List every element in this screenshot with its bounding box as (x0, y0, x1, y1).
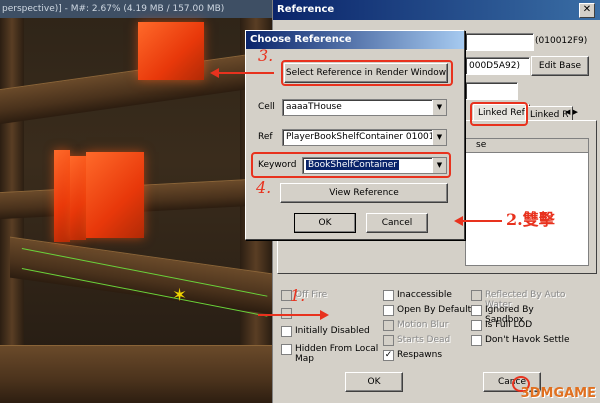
checkbox-box[interactable] (383, 290, 394, 301)
arrow-to-select-button (218, 72, 274, 74)
checkmark-icon[interactable]: ✓ (383, 350, 394, 361)
dialog-title: Choose Reference (250, 34, 352, 45)
chevron-down-icon[interactable]: ▼ (432, 100, 446, 115)
close-icon[interactable]: ✕ (579, 3, 595, 18)
glowing-book-spine[interactable] (70, 156, 86, 240)
highlight-select-button (281, 60, 453, 86)
edit-base-button[interactable]: Edit Base (531, 56, 589, 76)
flag-label: Respawns (397, 350, 443, 360)
flag-checkbox[interactable]: ✓ Respawns (383, 350, 442, 361)
checkbox-box[interactable] (471, 305, 482, 316)
dialog-ok-button[interactable]: OK (294, 213, 356, 233)
checkbox-box[interactable] (471, 290, 482, 301)
checkbox-box[interactable] (281, 344, 292, 355)
cell-label: Cell (258, 102, 275, 112)
step-3-label: 3. (258, 46, 274, 65)
shelf-plank (0, 345, 272, 403)
shelf-plank-selected (10, 236, 272, 315)
flag-checkbox[interactable]: Initially Disabled (281, 326, 370, 337)
highlight-keyword (251, 152, 451, 178)
watermark-logo: 3DMGAME (520, 386, 596, 401)
flag-label: Is Full LOD (485, 320, 533, 330)
checkbox-box[interactable] (383, 320, 394, 331)
shelf-plank (0, 50, 272, 125)
step-1-label: 1. (290, 286, 306, 305)
reference-window-title: Reference (277, 4, 335, 15)
base-dropdown[interactable] (465, 82, 518, 100)
arrow-to-linked-ref (258, 314, 322, 316)
dialog-cancel-button[interactable]: Cancel (366, 213, 428, 233)
cell-value: aaaaTHouse (286, 102, 342, 112)
ref-dropdown[interactable]: PlayerBookShelfContainer 010012F7 ▼ (282, 129, 447, 146)
flag-checkbox[interactable]: Don't Havok Settle (471, 335, 570, 346)
arrow-to-dialog (462, 220, 502, 222)
arrow-head-icon (454, 216, 463, 226)
flag-checkbox[interactable]: Hidden From Local Map (281, 344, 381, 364)
checkbox-box[interactable] (471, 320, 482, 331)
view-reference-button[interactable]: View Reference (280, 183, 448, 203)
ok-button[interactable]: OK (345, 372, 403, 392)
flag-label: Don't Havok Settle (485, 335, 570, 345)
linked-ref-list[interactable]: se (465, 138, 589, 266)
flag-checkbox[interactable]: Motion Blur (383, 320, 448, 331)
glowing-book-top[interactable] (138, 22, 204, 80)
chevron-down-icon[interactable]: ▼ (432, 130, 446, 145)
cell-dropdown[interactable]: aaaaTHouse ▼ (282, 99, 447, 116)
step-4-label: 4. (256, 178, 272, 197)
glowing-book-spine[interactable] (54, 150, 70, 242)
flag-checkbox[interactable]: Is Full LOD (471, 320, 532, 331)
flag-label: Motion Blur (397, 320, 449, 330)
base-object-field[interactable]: 000D5A92) (465, 57, 530, 75)
flag-checkbox[interactable]: Inaccessible (383, 290, 452, 301)
crosshair-cursor-icon: ✶ (172, 285, 188, 306)
checkbox-box[interactable] (383, 335, 394, 346)
ref-label: Ref (258, 132, 273, 142)
flag-checkbox[interactable]: Open By Default (383, 305, 471, 316)
highlight-linked-ref-tab (470, 102, 528, 126)
arrow-head-icon (210, 68, 219, 78)
list-column-header[interactable]: se (466, 139, 588, 153)
arrow-head-icon (320, 310, 329, 320)
form-id-label: (010012F9) (535, 36, 588, 46)
glowing-book-front[interactable] (86, 152, 144, 238)
flag-label: Starts Dead (397, 335, 451, 345)
checkbox-box[interactable] (471, 335, 482, 346)
reference-id-field[interactable] (465, 33, 534, 51)
dialog-titlebar: Choose Reference (246, 31, 464, 49)
flag-checkbox[interactable]: Starts Dead (383, 335, 450, 346)
render-window-title: perspective)] - M#: 2.67% (4.19 MB / 157… (0, 0, 272, 18)
ref-value: PlayerBookShelfContainer 010012F7 (286, 132, 447, 142)
flag-label: Hidden From Local Map (295, 344, 379, 364)
tab-scroll-arrows[interactable]: ◀ ▶ (565, 108, 578, 116)
flag-label: Inaccessible (397, 290, 452, 300)
render-window[interactable]: perspective)] - M#: 2.67% (4.19 MB / 157… (0, 0, 272, 403)
reference-window-titlebar: Reference (273, 0, 600, 20)
step-2-double-click-label: 2.雙擊 (506, 210, 555, 229)
flag-label: Initially Disabled (295, 326, 370, 336)
flag-label: Open By Default (397, 305, 472, 315)
checkbox-box[interactable] (281, 326, 292, 337)
checkbox-box[interactable] (383, 305, 394, 316)
